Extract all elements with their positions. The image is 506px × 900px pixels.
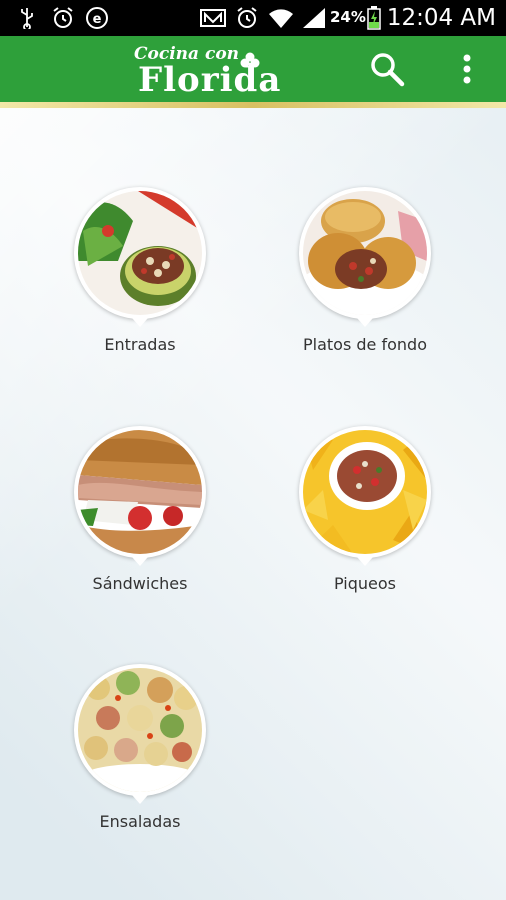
overflow-menu-button[interactable] xyxy=(452,50,482,90)
category-ensaladas[interactable]: Ensaladas xyxy=(40,664,240,831)
platos-de-fondo-image xyxy=(303,191,427,315)
category-label: Ensaladas xyxy=(99,812,181,831)
battery-charging-icon xyxy=(366,4,382,32)
usb-icon xyxy=(16,4,38,32)
category-image-frame xyxy=(74,426,206,566)
category-label: Entradas xyxy=(104,335,176,354)
clock: 12:04 AM xyxy=(386,5,496,31)
category-entradas[interactable]: Entradas xyxy=(40,187,240,354)
category-piqueos[interactable]: Piqueos xyxy=(265,426,465,593)
category-platos-de-fondo[interactable]: Platos de fondo xyxy=(265,187,465,354)
alarm-status-icon xyxy=(234,4,260,32)
signal-icon xyxy=(300,4,328,32)
category-label: Piqueos xyxy=(333,574,396,593)
status-bar: e 24% 12:04 AM xyxy=(0,0,506,36)
piqueos-image xyxy=(303,430,427,554)
wifi-icon xyxy=(266,4,296,32)
app-notification-icon: e xyxy=(84,4,110,32)
overflow-menu-icon xyxy=(463,54,471,84)
category-label: Sándwiches xyxy=(92,574,188,593)
category-image-frame xyxy=(74,664,206,804)
category-sandwiches[interactable]: Sándwiches xyxy=(40,426,240,593)
ensaladas-image xyxy=(78,668,202,792)
clover-icon xyxy=(239,52,261,72)
nfc-icon xyxy=(198,4,228,32)
category-image-frame xyxy=(299,187,431,327)
battery-percent: 24% xyxy=(330,8,366,26)
sandwiches-image xyxy=(78,430,202,554)
category-label: Platos de fondo xyxy=(303,335,427,354)
svg-text:e: e xyxy=(93,12,102,27)
category-image-frame xyxy=(299,426,431,566)
entradas-image xyxy=(78,191,202,315)
search-icon xyxy=(371,53,405,87)
category-image-frame xyxy=(74,187,206,327)
search-button[interactable] xyxy=(368,50,408,90)
alarm-icon xyxy=(50,4,76,32)
